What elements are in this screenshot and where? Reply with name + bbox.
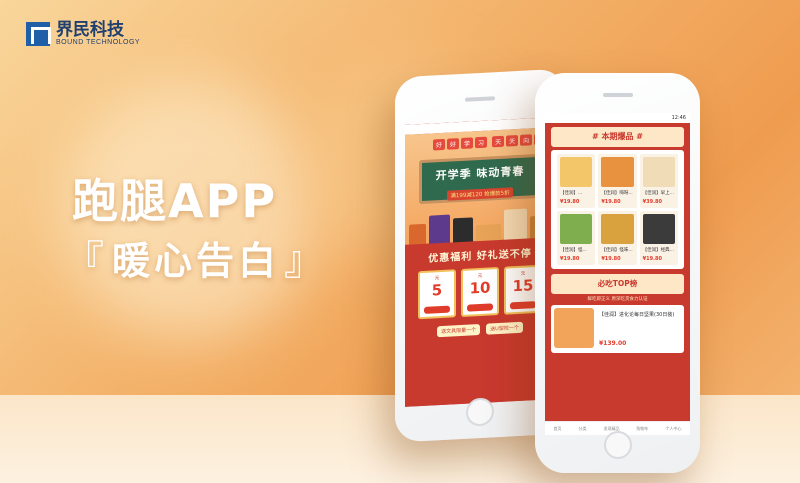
product-card[interactable]: 【佳润】嗨呀... ¥19.80: [598, 154, 637, 208]
product-card[interactable]: 【佳润】经典... ¥19.80: [639, 211, 678, 265]
gift-pill[interactable]: 送U型枕一个: [486, 321, 523, 335]
campaign-banner[interactable]: 好 好 学 习 天 天 向 上 开学季 味动青春 满199减120 抢爆款5折: [405, 127, 555, 251]
coupon-value: 10: [469, 278, 491, 298]
product-name: 【佳润】早上...: [642, 191, 674, 196]
product-name: 【佳润】怪...: [560, 248, 587, 253]
product-name: 【佳润】嗨呀...: [601, 191, 633, 196]
product-price: ¥19.80: [560, 199, 580, 205]
product-card[interactable]: 【佳润】... ¥19.80: [557, 154, 596, 208]
tag: 好: [433, 138, 446, 151]
coupon-value: 5: [431, 280, 443, 300]
product-price: ¥19.80: [642, 256, 662, 262]
product-name: 【佳润】怪味...: [601, 248, 633, 253]
hero-title: 跑腿APP: [72, 174, 278, 228]
tag: 天: [492, 135, 505, 148]
brand-logo-icon: [26, 22, 51, 46]
tag: 学: [461, 137, 474, 149]
tag-row: 好 好 学 习 天 天 向 上: [433, 133, 547, 151]
product-image: [601, 214, 634, 244]
hot-items-banner: # 本期爆品 #: [551, 127, 684, 147]
coupon-claim-button[interactable]: [467, 303, 493, 312]
product-price: ¥139.00: [599, 340, 627, 347]
product-image: [642, 157, 675, 187]
coupon[interactable]: 元 10: [461, 267, 499, 317]
product-price: ¥19.80: [601, 256, 621, 262]
product-image: [601, 157, 634, 187]
phone-speaker: [465, 96, 495, 102]
product-card[interactable]: 【佳润】早上... ¥39.80: [639, 154, 678, 208]
product-image: [642, 214, 675, 244]
tab-category[interactable]: 分类: [579, 426, 587, 432]
gift-pill[interactable]: 送文具限量一个: [437, 323, 481, 338]
hero-subtitle-text: 暖心告白: [112, 238, 281, 283]
product-card[interactable]: 【佳润】怪味... ¥19.80: [598, 211, 637, 265]
phone-left-screen: 好 好 学 习 天 天 向 上 开学季 味动青春 满199减120 抢爆款5折: [405, 117, 555, 407]
board-title: 开学季 味动青春: [435, 164, 525, 183]
product-image: [560, 214, 593, 244]
product-name: 【佳润】经典...: [642, 248, 674, 253]
product-image: [560, 157, 593, 187]
shop-page: # 本期爆品 # 【佳润】... ¥19.80 【佳润】嗨呀... ¥19.80…: [545, 123, 690, 423]
product-name: 【佳润】进化论每日坚果(30日装): [599, 312, 675, 318]
top-list-title: 必吃TOP榜: [597, 279, 638, 288]
tag: 向: [520, 134, 533, 146]
status-time: 12:46: [671, 115, 686, 121]
coupon-list: 元 5 元 10 元 15: [405, 264, 555, 320]
hero-subtitle: 『 暖心告白 』: [60, 228, 332, 286]
home-button[interactable]: [466, 397, 494, 427]
tag: 天: [506, 135, 519, 147]
bracket-left: 『: [64, 238, 108, 284]
gift-row: 送文具限量一个 送U型枕一个: [405, 320, 555, 339]
home-button[interactable]: [603, 431, 632, 459]
brand-name-cn: 界民科技: [56, 20, 124, 40]
coupon-claim-button[interactable]: [424, 305, 450, 314]
product-price: ¥19.80: [560, 256, 580, 262]
product-name: 【佳润】...: [560, 191, 583, 196]
product-image: [554, 308, 594, 348]
top-list-banner: 必吃TOP榜: [551, 274, 684, 294]
tab-profile[interactable]: 个人中心: [666, 426, 682, 432]
top-list-item[interactable]: 【佳润】进化论每日坚果(30日装) ¥139.00: [551, 305, 684, 353]
tag: 习: [475, 136, 488, 149]
coupon-claim-button[interactable]: [510, 301, 536, 310]
product-price: ¥39.80: [642, 199, 662, 205]
coupon[interactable]: 元 5: [418, 269, 456, 320]
top-list-subtitle: 鲜吃即正义 原深吃货食力认证: [587, 297, 648, 302]
bracket-right: 』: [284, 238, 329, 284]
promo-section: 优惠福利 好礼送不停 元 5 元 10 元 15 送文具限量一个 送U型枕一个: [405, 237, 555, 407]
product-grid: 【佳润】... ¥19.80 【佳润】嗨呀... ¥19.80 【佳润】早上..…: [551, 150, 684, 269]
phone-speaker: [602, 93, 633, 97]
tag: 好: [447, 138, 460, 150]
status-bar: 12:46: [545, 113, 690, 123]
chalkboard: 开学季 味动青春 满199减120 抢爆款5折: [419, 153, 541, 205]
phone-right-screen: 12:46 # 本期爆品 # 【佳润】... ¥19.80 【佳润】嗨呀... …: [545, 113, 690, 435]
board-subtitle: 满199减120 抢爆款5折: [447, 187, 513, 201]
brand-name-en: BOUND TECHNOLOGY: [56, 39, 141, 46]
product-price: ¥19.80: [601, 199, 621, 205]
tab-home[interactable]: 首页: [554, 426, 562, 432]
promo-title: 优惠福利 好礼送不停: [428, 248, 532, 265]
product-card[interactable]: 【佳润】怪... ¥19.80: [557, 211, 596, 265]
brand-logo: 界民科技 BOUND TECHNOLOGY: [26, 22, 140, 46]
phone-right: 12:46 # 本期爆品 # 【佳润】... ¥19.80 【佳润】嗨呀... …: [535, 73, 700, 473]
tab-cart[interactable]: 购物车: [637, 426, 649, 432]
